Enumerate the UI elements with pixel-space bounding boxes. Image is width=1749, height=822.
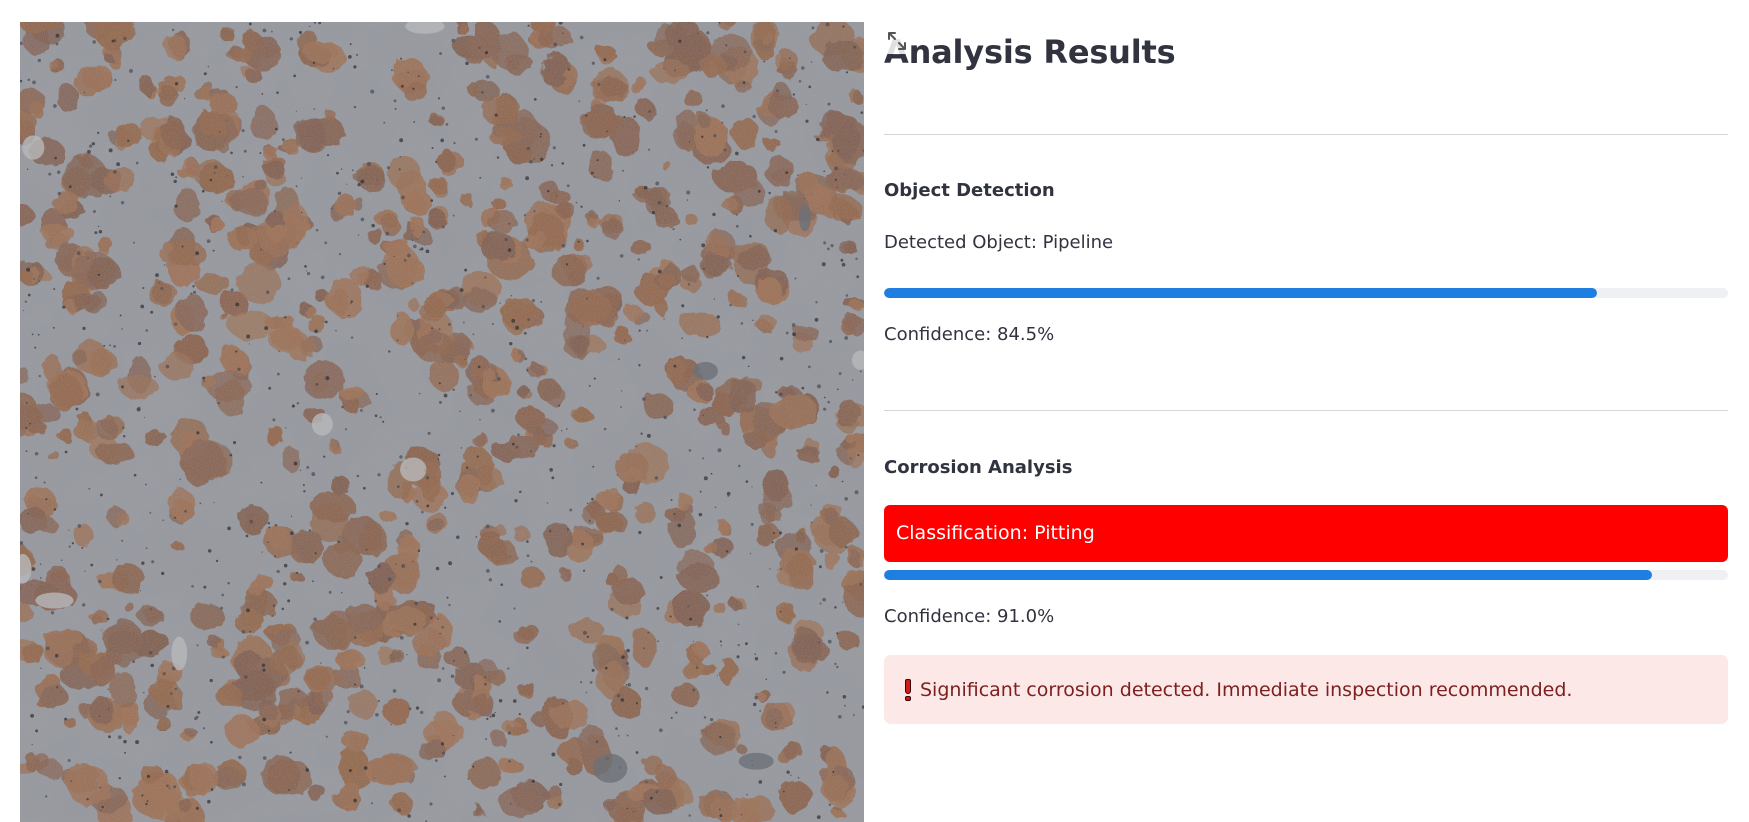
object-detection-heading: Object Detection xyxy=(884,180,1055,201)
results-panel: Analysis Results Object Detection Detect… xyxy=(884,0,1728,822)
object-confidence-fill xyxy=(884,288,1598,298)
corrosion-analysis-heading: Corrosion Analysis xyxy=(884,457,1073,478)
page-title: Analysis Results xyxy=(884,33,1176,71)
uploaded-image xyxy=(20,22,864,822)
object-confidence-progress xyxy=(884,288,1728,298)
corrosion-confidence-fill xyxy=(884,570,1653,580)
alert-message: Significant corrosion detected. Immediat… xyxy=(920,678,1573,701)
detected-object-label: Detected Object: Pipeline xyxy=(884,232,1114,253)
divider xyxy=(884,410,1728,411)
expand-arrows-icon[interactable] xyxy=(884,28,910,54)
object-confidence-text: Confidence: 84.5% xyxy=(884,324,1055,345)
corrosion-confidence-progress xyxy=(884,570,1728,580)
app-page: Analysis Results Object Detection Detect… xyxy=(0,0,1749,822)
corrosion-confidence-text: Confidence: 91.0% xyxy=(884,606,1055,627)
divider xyxy=(884,134,1728,135)
classification-banner: Classification: Pitting xyxy=(884,505,1728,562)
corrosion-image xyxy=(20,22,864,822)
exclamation-icon xyxy=(904,678,912,701)
corrosion-alert: Significant corrosion detected. Immediat… xyxy=(884,655,1728,724)
